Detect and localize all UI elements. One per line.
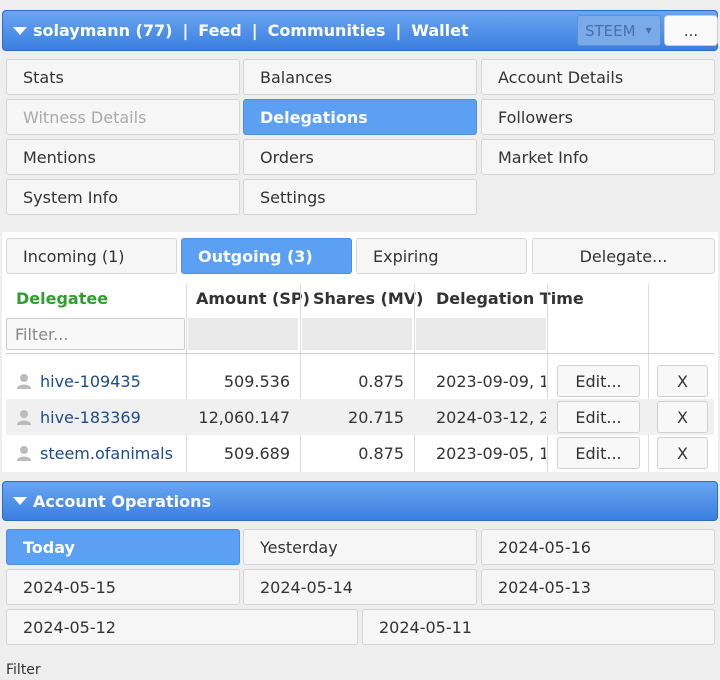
currency-value: STEEM	[585, 21, 636, 40]
more-button[interactable]: ...	[664, 15, 718, 46]
amount-filter-cell	[188, 318, 298, 350]
amount-value: 509.536	[223, 372, 290, 391]
table-row: hive-109435 509.536 0.875 2023-09-09, 14…	[6, 363, 714, 399]
table-row: steem.ofanimals 509.689 0.875 2023-09-05…	[6, 435, 714, 471]
delegatee-link[interactable]: steem.ofanimals	[40, 444, 173, 463]
tab-incoming[interactable]: Incoming (1)	[6, 238, 177, 274]
orders-button[interactable]: Orders	[243, 139, 477, 175]
username-link[interactable]: solaymann (77)	[33, 21, 172, 40]
day-yesterday-button[interactable]: Yesterday	[243, 529, 477, 565]
day-today-button[interactable]: Today	[6, 529, 240, 565]
remove-button[interactable]: X	[657, 365, 708, 397]
remove-button[interactable]: X	[657, 401, 708, 433]
column-header-delegatee[interactable]: Delegatee	[16, 289, 108, 308]
settings-button[interactable]: Settings	[243, 179, 477, 215]
amount-value: 12,060.147	[198, 408, 290, 427]
delegatee-link[interactable]: hive-183369	[40, 408, 141, 427]
account-details-button[interactable]: Account Details	[481, 59, 715, 95]
edit-button[interactable]: Edit...	[557, 365, 640, 397]
person-icon	[17, 446, 31, 461]
tab-outgoing[interactable]: Outgoing (3)	[181, 238, 352, 274]
header-divider	[6, 353, 714, 354]
day-button[interactable]: 2024-05-11	[362, 609, 715, 645]
edit-button[interactable]: Edit...	[557, 437, 640, 469]
operations-filter-label: Filter	[6, 662, 41, 678]
communities-link[interactable]: Communities	[268, 21, 386, 40]
separator: |	[182, 21, 189, 40]
remove-button[interactable]: X	[657, 437, 708, 469]
collapse-triangle-icon[interactable]	[13, 497, 27, 505]
day-button[interactable]: 2024-05-14	[243, 569, 477, 605]
separator: |	[395, 21, 402, 40]
table-row: hive-183369 12,060.147 20.715 2024-03-12…	[6, 399, 714, 435]
day-button[interactable]: 2024-05-13	[481, 569, 715, 605]
separator: |	[251, 21, 258, 40]
collapse-triangle-icon[interactable]	[13, 26, 27, 35]
mentions-button[interactable]: Mentions	[6, 139, 240, 175]
shares-value: 0.875	[358, 444, 404, 463]
delegatee-filter-input[interactable]	[6, 318, 185, 350]
delegatee-link[interactable]: hive-109435	[40, 372, 141, 391]
account-operations-title: Account Operations	[33, 491, 211, 511]
shares-value: 0.875	[358, 372, 404, 391]
person-icon	[17, 374, 31, 389]
account-operations-header[interactable]: Account Operations	[2, 481, 718, 521]
top-nav-bar: solaymann (77) | Feed | Communities | Wa…	[2, 10, 718, 51]
delegation-time-value: 2023-09-05, 14:	[436, 444, 546, 463]
feed-link[interactable]: Feed	[198, 21, 241, 40]
currency-select[interactable]: STEEM ▼	[577, 15, 661, 46]
column-header-amount[interactable]: Amount (SP)	[196, 289, 310, 308]
delegation-time-value: 2023-09-09, 14:	[436, 372, 546, 391]
witness-details-button: Witness Details	[6, 99, 240, 135]
stats-button[interactable]: Stats	[6, 59, 240, 95]
system-info-button[interactable]: System Info	[6, 179, 240, 215]
tab-expiring[interactable]: Expiring	[356, 238, 527, 274]
time-filter-cell	[416, 318, 546, 350]
person-icon	[17, 410, 31, 425]
market-info-button[interactable]: Market Info	[481, 139, 715, 175]
shares-filter-cell	[302, 318, 412, 350]
wallet-link[interactable]: Wallet	[411, 21, 468, 40]
followers-button[interactable]: Followers	[481, 99, 715, 135]
day-button[interactable]: 2024-05-12	[6, 609, 358, 645]
shares-value: 20.715	[348, 408, 404, 427]
chevron-down-icon: ▼	[645, 26, 652, 35]
day-button[interactable]: 2024-05-16	[481, 529, 715, 565]
balances-button[interactable]: Balances	[243, 59, 477, 95]
column-header-delegation-time[interactable]: Delegation Time	[436, 289, 584, 308]
delegations-button[interactable]: Delegations	[243, 99, 477, 135]
day-button[interactable]: 2024-05-15	[6, 569, 240, 605]
edit-button[interactable]: Edit...	[557, 401, 640, 433]
delegation-time-value: 2024-03-12, 23:	[436, 408, 546, 427]
amount-value: 509.689	[223, 444, 290, 463]
column-header-shares[interactable]: Shares (MV)	[313, 289, 423, 308]
delegate-button[interactable]: Delegate...	[532, 238, 715, 274]
